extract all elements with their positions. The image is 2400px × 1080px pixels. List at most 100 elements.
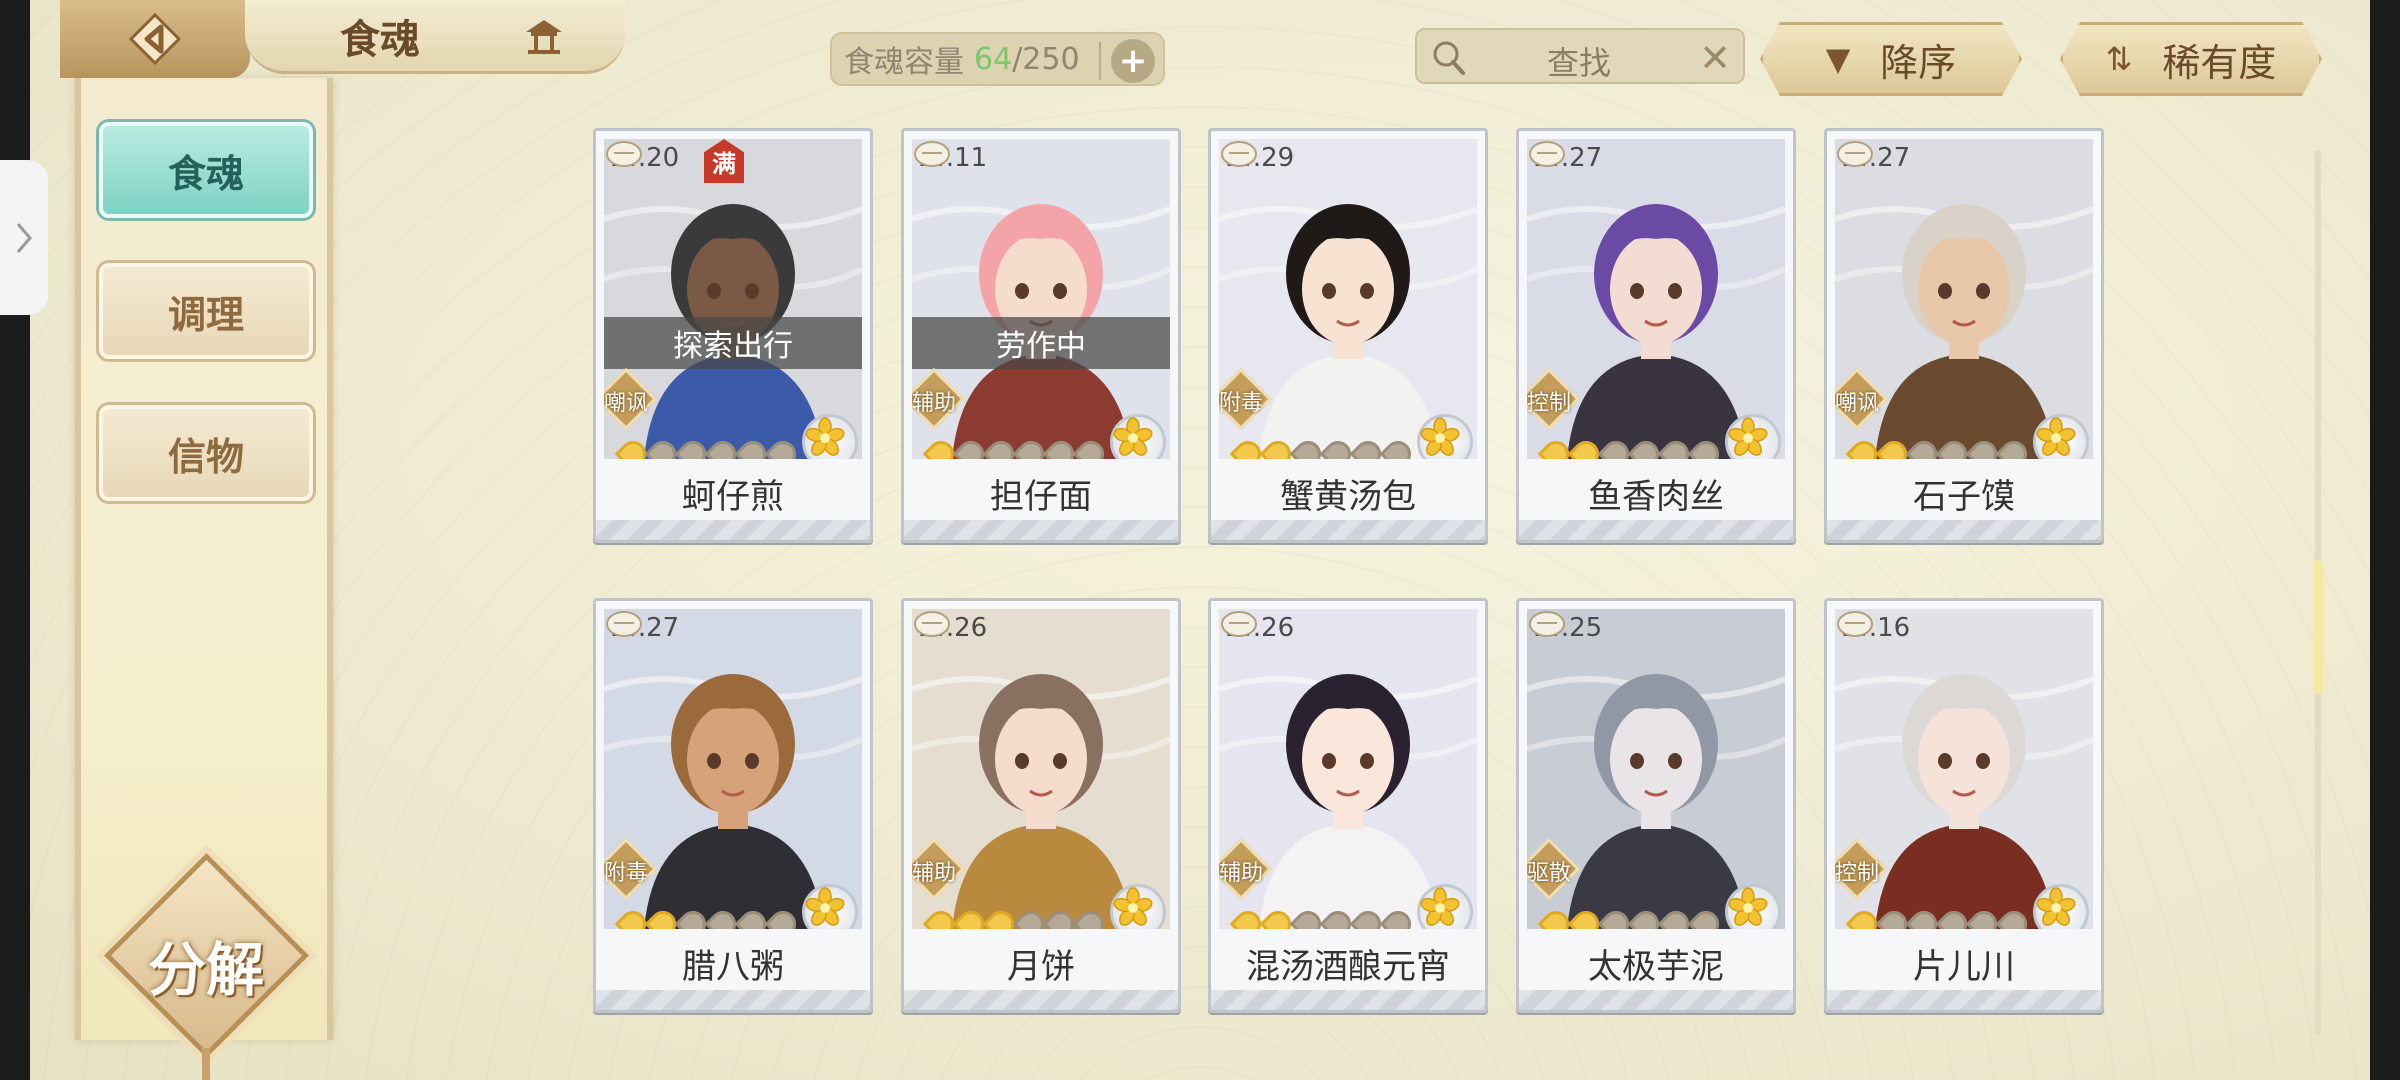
character-portrait: Lv.26 辅助 bbox=[912, 609, 1170, 929]
card-footer bbox=[1211, 990, 1485, 1010]
card-footer bbox=[596, 990, 870, 1010]
sort-swap-icon: ⇅ bbox=[2105, 40, 2133, 78]
flower-icon bbox=[805, 887, 845, 926]
food-soul-card[interactable]: Lv.27 嘲讽 石子馍 bbox=[1824, 128, 2104, 543]
flower-icon bbox=[2036, 417, 2076, 456]
flower-icon bbox=[1420, 887, 1460, 926]
search-input[interactable]: 查找 ✕ bbox=[1415, 28, 1745, 84]
sidebar: 食魂 调理 信物 分解 bbox=[75, 78, 333, 1080]
sidebar-item-tokens[interactable]: 信物 bbox=[99, 405, 313, 501]
game-screen: 食魂 食魂容量 64 / 250 + 查找 ✕ ▼ 降序 ⇅ 稀有度 食魂 调理… bbox=[30, 0, 2370, 1080]
flower-icon bbox=[2036, 887, 2076, 926]
sort-field-label: 稀有度 bbox=[2162, 40, 2277, 85]
character-portrait: Lv.11 劳作中 辅助 bbox=[912, 139, 1170, 459]
flower-icon bbox=[805, 417, 845, 456]
sidebar-item-conditioning[interactable]: 调理 bbox=[99, 263, 313, 359]
role-badge: 嘲讽 bbox=[1835, 367, 1889, 431]
star-rating bbox=[1229, 905, 1417, 929]
card-name: 石子馍 bbox=[1913, 477, 2015, 517]
card-name: 太极芋泥 bbox=[1588, 947, 1724, 987]
food-soul-card[interactable]: Lv.27 控制 鱼香肉丝 bbox=[1516, 128, 1796, 543]
bowl-icon bbox=[606, 611, 642, 637]
food-soul-card[interactable]: Lv.25 驱散 太极芋泥 bbox=[1516, 598, 1796, 1013]
card-name: 片儿川 bbox=[1913, 947, 2015, 987]
decompose-label: 分解 bbox=[147, 936, 264, 1004]
search-placeholder: 查找 bbox=[1547, 44, 1612, 82]
page-title: 食魂 bbox=[340, 16, 420, 63]
star-rating bbox=[1229, 435, 1417, 459]
role-label: 辅助 bbox=[912, 391, 956, 416]
character-portrait: Lv.27 控制 bbox=[1527, 139, 1785, 459]
decompose-tassel bbox=[202, 1048, 210, 1080]
character-portrait: Lv.16 控制 bbox=[1835, 609, 2093, 929]
role-badge: 辅助 bbox=[912, 837, 966, 901]
card-name: 担仔面 bbox=[990, 477, 1092, 517]
card-footer bbox=[1519, 990, 1793, 1010]
flower-icon bbox=[1728, 417, 1768, 456]
sort-order-button[interactable]: ▼ 降序 bbox=[1760, 22, 2022, 96]
bowl-icon bbox=[914, 141, 950, 167]
role-label: 附毒 bbox=[1219, 391, 1263, 416]
scrollbar-thumb[interactable] bbox=[2313, 560, 2323, 695]
flower-icon bbox=[1113, 887, 1153, 926]
role-badge: 嘲讽 bbox=[604, 367, 658, 431]
capacity-panel: 食魂容量 64 / 250 + bbox=[830, 32, 1165, 86]
card-footer bbox=[1827, 990, 2101, 1010]
bowl-icon bbox=[1529, 611, 1565, 637]
star-rating bbox=[614, 905, 802, 929]
title-tab: 食魂 bbox=[245, 0, 625, 74]
status-band: 劳作中 bbox=[912, 317, 1170, 369]
flower-icon bbox=[1728, 887, 1768, 926]
sidebar-item-food-soul[interactable]: 食魂 bbox=[99, 122, 313, 218]
card-footer bbox=[596, 520, 870, 540]
card-name: 混汤酒酿元宵 bbox=[1246, 947, 1450, 987]
role-label: 嘲讽 bbox=[604, 391, 648, 416]
status-band: 探索出行 bbox=[604, 317, 862, 369]
card-footer bbox=[1519, 520, 1793, 540]
bowl-icon bbox=[1837, 141, 1873, 167]
star-rating bbox=[614, 435, 802, 459]
star-rating bbox=[1845, 905, 2033, 929]
role-badge: 驱散 bbox=[1527, 837, 1581, 901]
star-rating bbox=[1537, 435, 1725, 459]
role-label: 控制 bbox=[1835, 861, 1879, 886]
sort-desc-icon: ▼ bbox=[1825, 40, 1851, 78]
sort-field-button[interactable]: ⇅ 稀有度 bbox=[2060, 22, 2322, 96]
card-footer bbox=[904, 520, 1178, 540]
bowl-icon bbox=[914, 611, 950, 637]
role-label: 辅助 bbox=[1219, 861, 1263, 886]
chevron-right-icon bbox=[16, 222, 32, 253]
clear-icon[interactable]: ✕ bbox=[1699, 36, 1731, 80]
food-soul-card[interactable]: Lv.20 满 探索出行 嘲讽 蚵仔煎 bbox=[593, 128, 873, 543]
food-soul-card[interactable]: Lv.27 附毒 腊八粥 bbox=[593, 598, 873, 1013]
bowl-icon bbox=[606, 141, 642, 167]
role-label: 辅助 bbox=[912, 861, 956, 886]
pavilion-icon[interactable] bbox=[523, 16, 565, 58]
food-soul-card[interactable]: Lv.16 控制 片儿川 bbox=[1824, 598, 2104, 1013]
character-portrait: Lv.27 附毒 bbox=[604, 609, 862, 929]
character-portrait: Lv.29 附毒 bbox=[1219, 139, 1477, 459]
bowl-icon bbox=[1221, 611, 1257, 637]
star-rating bbox=[922, 905, 1110, 929]
food-soul-card[interactable]: Lv.11 劳作中 辅助 担仔面 bbox=[901, 128, 1181, 543]
role-badge: 控制 bbox=[1835, 837, 1889, 901]
decompose-button[interactable]: 分解 bbox=[103, 852, 310, 1080]
food-soul-card[interactable]: Lv.26 辅助 bbox=[1208, 598, 1488, 1013]
character-portrait: Lv.25 驱散 bbox=[1527, 609, 1785, 929]
role-label: 控制 bbox=[1527, 391, 1571, 416]
card-name: 月饼 bbox=[1007, 947, 1075, 987]
bowl-icon bbox=[1221, 141, 1257, 167]
food-soul-card[interactable]: Lv.29 附毒 蟹黄汤包 bbox=[1208, 128, 1488, 543]
back-button[interactable] bbox=[60, 0, 250, 78]
expand-capacity-button[interactable]: + bbox=[1111, 39, 1155, 83]
food-soul-card[interactable]: Lv.26 辅助 bbox=[901, 598, 1181, 1013]
star-rating bbox=[1845, 435, 2033, 459]
star-rating bbox=[1537, 905, 1725, 929]
capacity-max: 250 bbox=[1022, 41, 1080, 77]
capacity-divider bbox=[1099, 42, 1101, 80]
bowl-icon bbox=[1837, 611, 1873, 637]
edge-drawer-handle[interactable] bbox=[0, 160, 48, 315]
character-portrait: Lv.20 满 探索出行 嘲讽 bbox=[604, 139, 862, 459]
capacity-label: 食魂容量 bbox=[844, 45, 964, 80]
role-badge: 辅助 bbox=[1219, 837, 1273, 901]
